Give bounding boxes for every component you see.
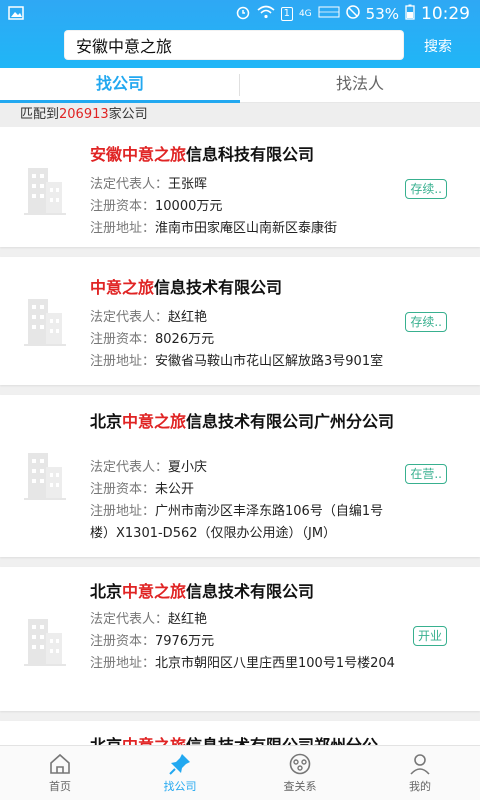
match-suffix: 家公司 <box>108 107 148 122</box>
capital-label: 注册资本： <box>90 332 156 347</box>
legal-rep-value: 赵红艳 <box>168 310 208 325</box>
company-name-suffix: 信息技术有限公司广州分公司 <box>186 412 395 431</box>
capital-row: 注册资本：7976万元 <box>90 631 400 653</box>
company-name-highlight: 安徽中意之旅 <box>90 145 187 164</box>
address-label: 注册地址： <box>90 656 156 671</box>
building-icon <box>14 160 74 220</box>
nav-relations-label: 查关系 <box>283 780 317 793</box>
nav-relations[interactable]: 查关系 <box>240 746 360 800</box>
legal-rep-label: 法定代表人： <box>90 177 169 192</box>
capital-value: 未公开 <box>155 482 195 497</box>
company-name-suffix: 信息技术有限公司 <box>154 278 283 297</box>
building-icon <box>14 291 74 351</box>
address-row: 注册地址：安徽省马鞍山市花山区解放路3号901室 <box>90 351 460 373</box>
search-box[interactable] <box>64 30 408 60</box>
address-row: 注册地址：广州市南沙区丰泽东路106号（自编1号楼）X1301-D562（仅限办… <box>90 501 400 545</box>
legal-rep-row: 法定代表人：赵红艳 <box>90 609 400 631</box>
address-row: 注册地址：北京市朝阳区八里庄西里100号1号楼204 <box>90 653 400 675</box>
user-icon <box>410 754 430 775</box>
capital-label: 注册资本： <box>90 482 156 497</box>
wifi-icon <box>257 5 275 23</box>
nav-home-label: 首页 <box>49 780 71 793</box>
address-value: 北京市朝阳区八里庄西里100号1号楼204 <box>155 656 395 671</box>
address-row: 注册地址：淮南市田家庵区山南新区泰康街 <box>90 218 460 240</box>
network-type: 4G <box>298 8 312 19</box>
company-name: 北京中意之旅信息技术有限公司广州分公司 <box>90 411 420 433</box>
tab-find-legal-person[interactable]: 找法人 <box>240 68 480 102</box>
nav-find-company-label: 找公司 <box>163 780 197 793</box>
search-input[interactable] <box>64 30 408 60</box>
company-name-highlight: 中意之旅 <box>122 412 187 431</box>
gallery-notification-icon <box>8 6 24 24</box>
legal-rep-row: 法定代表人：赵红艳 <box>90 307 400 329</box>
clock: 10:29 <box>421 4 470 24</box>
tab-divider <box>239 74 240 96</box>
status-bar: 1 4G 53% 10:29 <box>0 0 480 28</box>
battery-percent: 53% <box>365 5 399 23</box>
legal-rep-label: 法定代表人： <box>90 310 169 325</box>
company-name: 中意之旅信息技术有限公司 <box>90 277 460 299</box>
legal-rep-value: 赵红艳 <box>168 612 208 627</box>
nav-mine-label: 我的 <box>409 780 431 793</box>
building-icon <box>14 611 74 671</box>
search-button[interactable]: 搜索 <box>424 36 452 56</box>
capital-value: 7976万元 <box>155 634 215 649</box>
relation-icon <box>289 753 311 775</box>
capital-row: 注册资本：10000万元 <box>90 196 400 218</box>
capital-value: 10000万元 <box>155 199 223 214</box>
company-name-prefix: 北京 <box>90 412 123 431</box>
address-value: 淮南市田家庵区山南新区泰康街 <box>155 221 338 236</box>
capital-label: 注册资本： <box>90 199 156 214</box>
building-icon <box>14 445 74 505</box>
address-label: 注册地址： <box>90 504 156 519</box>
company-name-highlight: 中意之旅 <box>122 582 187 601</box>
bottom-navigation: 首页 找公司 查关系 我的 <box>0 745 480 800</box>
legal-rep-row: 法定代表人：王张晖 <box>90 174 400 196</box>
legal-rep-label: 法定代表人： <box>90 612 169 627</box>
home-icon <box>50 753 70 774</box>
sim-icon: 1 <box>280 7 293 21</box>
company-name: 北京中意之旅信息技术有限公司 <box>90 581 460 603</box>
company-card[interactable]: 中意之旅信息技术有限公司 法定代表人：赵红艳 注册资本：8026万元 注册地址：… <box>0 257 480 385</box>
legal-rep-value: 夏小庆 <box>168 460 208 475</box>
status-badge: 开业 <box>412 626 447 646</box>
nav-home[interactable]: 首页 <box>0 746 120 800</box>
company-name: 安徽中意之旅信息科技有限公司 <box>90 144 460 166</box>
company-card[interactable]: 北京中意之旅信息技术有限公司 法定代表人：赵红艳 注册资本：7976万元 注册地… <box>0 567 480 711</box>
top-header: 1 4G 53% 10:29 搜索 <box>0 0 480 68</box>
company-list: 安徽中意之旅信息科技有限公司 法定代表人：王张晖 注册资本：10000万元 注册… <box>0 127 480 747</box>
capital-row: 注册资本：8026万元 <box>90 329 400 351</box>
status-badge: 存续.. <box>405 312 447 332</box>
company-name-suffix: 信息技术有限公司 <box>186 582 315 601</box>
legal-rep-row: 法定代表人：夏小庆 <box>90 457 400 479</box>
capital-value: 8026万元 <box>155 332 215 347</box>
company-card[interactable]: 安徽中意之旅信息科技有限公司 法定代表人：王张晖 注册资本：10000万元 注册… <box>0 127 480 247</box>
legal-rep-label: 法定代表人： <box>90 460 169 475</box>
legal-rep-value: 王张晖 <box>168 177 208 192</box>
capital-row: 注册资本：未公开 <box>90 479 400 501</box>
status-badge: 存续.. <box>405 179 447 199</box>
battery-icon <box>405 4 415 24</box>
company-name-prefix: 北京 <box>90 582 123 601</box>
company-card[interactable]: 北京中意之旅信息技术有限公司郑州分公 <box>0 721 480 747</box>
status-badge: 在营.. <box>405 464 447 484</box>
nav-find-company[interactable]: 找公司 <box>120 746 240 800</box>
company-card[interactable]: 北京中意之旅信息技术有限公司广州分公司 法定代表人：夏小庆 注册资本：未公开 注… <box>0 395 480 557</box>
pin-icon <box>169 754 190 775</box>
dnd-icon <box>345 5 360 23</box>
match-count: 206913 <box>59 107 109 122</box>
address-label: 注册地址： <box>90 221 156 236</box>
alarm-icon <box>235 4 251 24</box>
address-value: 安徽省马鞍山市花山区解放路3号901室 <box>155 354 384 369</box>
capital-label: 注册资本： <box>90 634 156 649</box>
address-label: 注册地址： <box>90 354 156 369</box>
tab-bar: 找公司 找法人 <box>0 68 480 103</box>
match-count-bar: 匹配到206913家公司 <box>0 103 480 127</box>
company-name-highlight: 中意之旅 <box>90 278 155 297</box>
signal-icon <box>318 5 340 23</box>
company-name-suffix: 信息科技有限公司 <box>186 145 315 164</box>
nav-mine[interactable]: 我的 <box>360 746 480 800</box>
tab-find-company[interactable]: 找公司 <box>0 68 240 103</box>
match-prefix: 匹配到 <box>20 107 60 122</box>
